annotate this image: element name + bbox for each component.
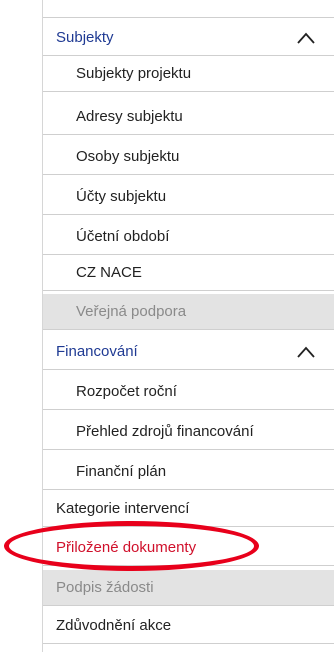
- menu-item-podpis-zadosti: Podpis žádosti: [43, 570, 334, 606]
- menu-item-label: Zdůvodnění akce: [56, 617, 172, 634]
- menu-item-osoby-subjektu[interactable]: Osoby subjektu: [43, 139, 334, 175]
- menu-item-label: Veřejná podpora: [76, 303, 187, 320]
- menu-item-label: Přehled zdrojů financování: [76, 423, 254, 440]
- menu-item-label: Přiložené dokumenty: [56, 539, 197, 556]
- menu-item-label: CZ NACE: [76, 264, 142, 281]
- menu-item-cz-nace[interactable]: CZ NACE: [43, 255, 334, 291]
- menu-item-label: Rozpočet roční: [76, 383, 177, 400]
- menu-item-verejna-podpora: Veřejná podpora: [43, 294, 334, 330]
- menu-item-zduvodneni-akce[interactable]: Zdůvodnění akce: [43, 608, 334, 644]
- menu-item-label: Kategorie intervencí: [56, 500, 190, 517]
- menu-item-subjekty-projektu[interactable]: Subjekty projektu: [43, 56, 334, 92]
- section-financovani[interactable]: Financování: [43, 334, 334, 370]
- menu-item-prehled-zdroju-financovani[interactable]: Přehled zdrojů financování: [43, 414, 334, 450]
- menu-item-rozpocet-rocni[interactable]: Rozpočet roční: [43, 374, 334, 410]
- section-subjekty-label: Subjekty: [56, 29, 114, 46]
- chevron-up-icon[interactable]: [296, 345, 316, 359]
- menu-item-label: Účty subjektu: [76, 188, 167, 205]
- menu-item-prilozene-dokumenty[interactable]: Přiložené dokumenty: [43, 530, 334, 566]
- menu-item-label: Účetní období: [76, 228, 170, 245]
- menu-item-label: Podpis žádosti: [56, 579, 154, 596]
- chevron-up-icon[interactable]: [296, 31, 316, 45]
- menu-item-kategorie-intervenci[interactable]: Kategorie intervencí: [43, 491, 334, 527]
- section-financovani-label: Financování: [56, 343, 138, 360]
- menu-item-adresy-subjektu[interactable]: Adresy subjektu: [43, 99, 334, 135]
- previous-menu-item[interactable]: [43, 0, 334, 18]
- menu-item-financni-plan[interactable]: Finanční plán: [43, 454, 334, 490]
- menu-item-label: Osoby subjektu: [76, 148, 180, 165]
- side-navigation: Subjekty Subjekty projektu Adresy subjek…: [42, 0, 334, 652]
- menu-item-ucty-subjektu[interactable]: Účty subjektu: [43, 179, 334, 215]
- menu-item-label: Subjekty projektu: [76, 65, 192, 82]
- section-subjekty[interactable]: Subjekty: [43, 20, 334, 56]
- menu-item-label: Adresy subjektu: [76, 108, 183, 125]
- menu-item-label: Finanční plán: [76, 463, 167, 480]
- menu-item-ucetni-obdobi[interactable]: Účetní období: [43, 219, 334, 255]
